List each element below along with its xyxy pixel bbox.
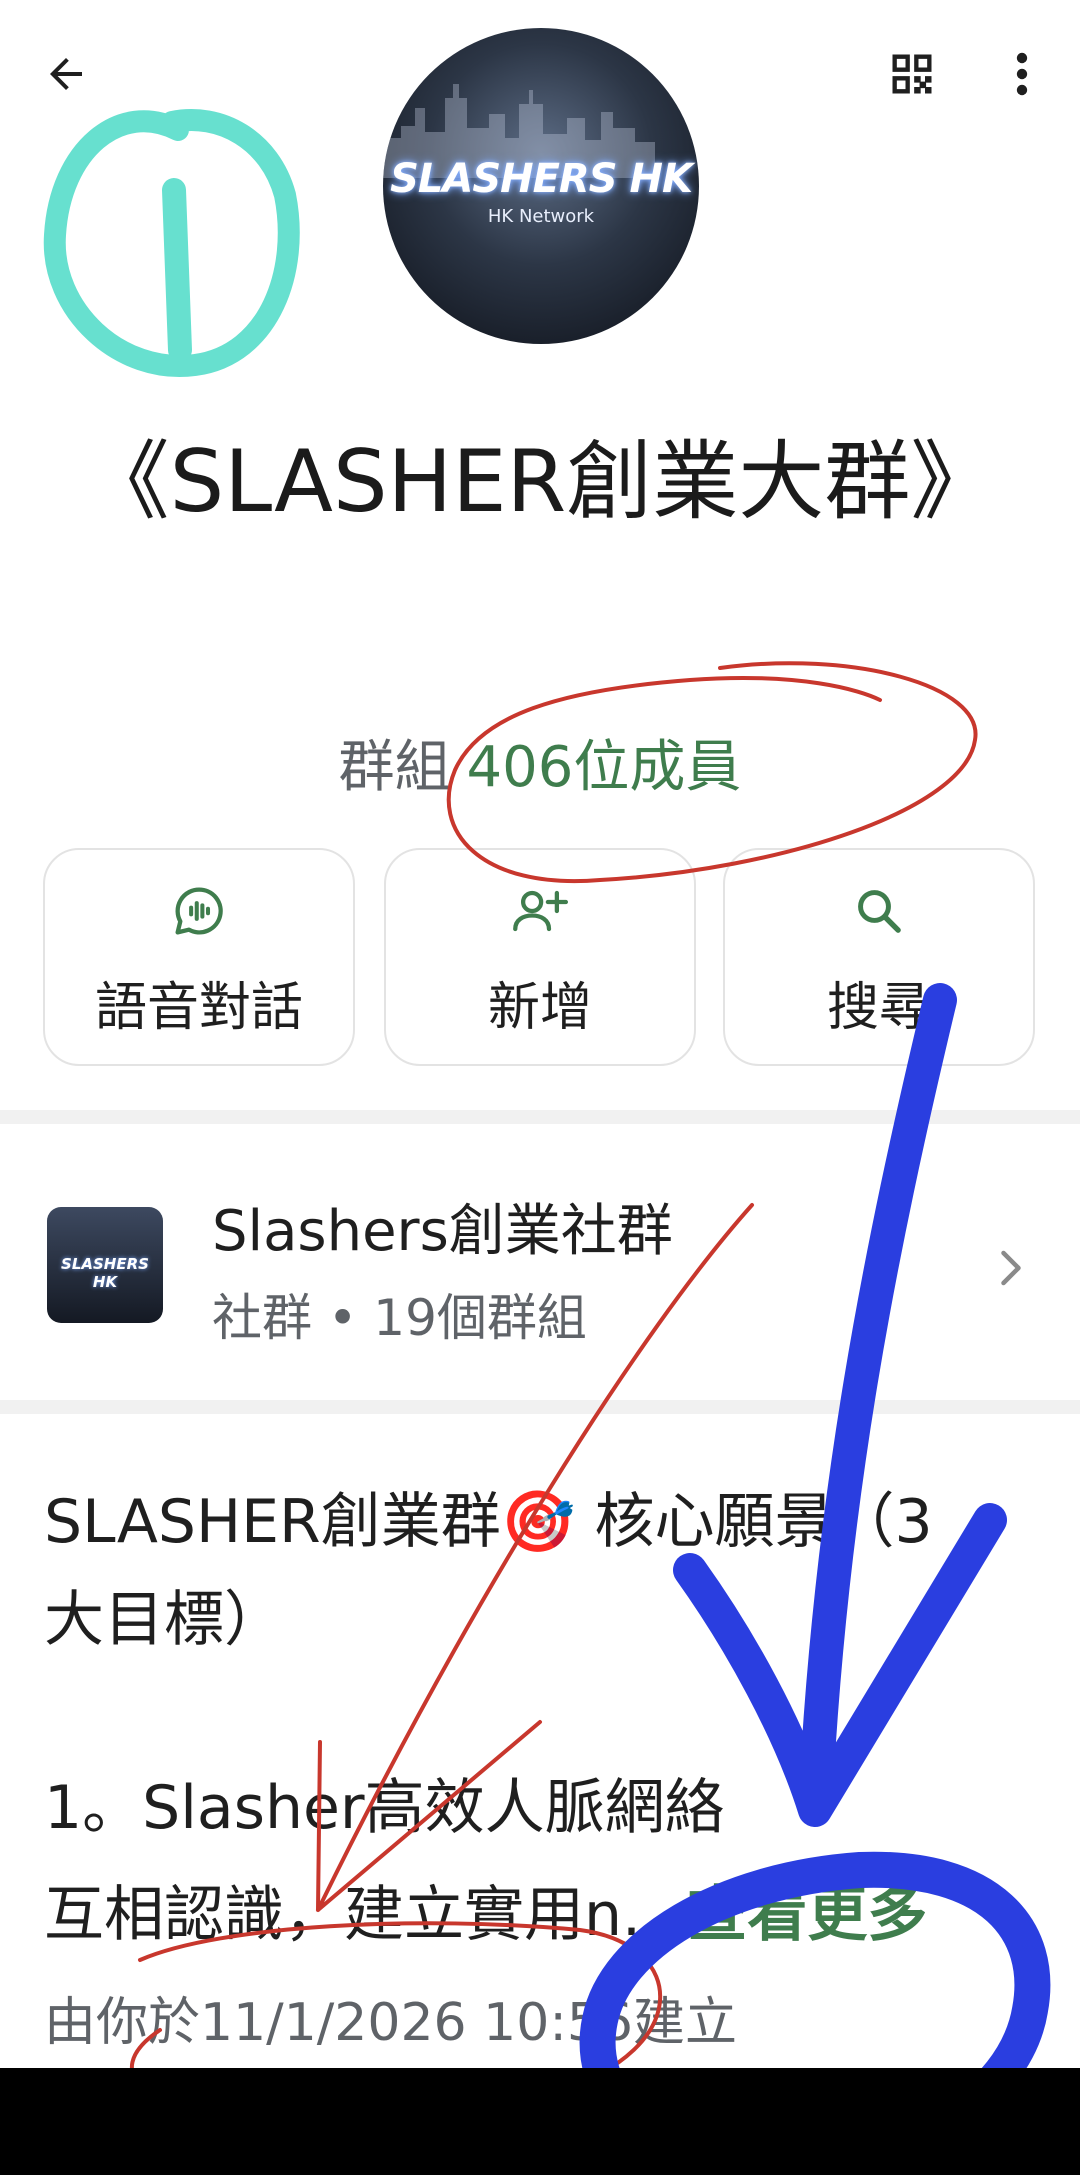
add-member-label: 新增 [487,978,592,1038]
back-button[interactable] [36,44,96,104]
qr-code-button[interactable] [880,42,944,106]
description-line-4-text: 互相認識，建立實用n... [44,1880,680,1950]
annotation-teal-stroke [162,178,192,362]
community-avatar: SLASHERS HK [47,1207,163,1323]
system-nav-bar [0,2068,1080,2175]
description-line-1: SLASHER創業群🎯 核心願景（3 [44,1487,933,1557]
add-member-button[interactable]: 新增 [384,848,696,1066]
chevron-right-icon [1001,1250,1021,1286]
community-row[interactable]: SLASHERS HK Slashers創業社群 社群 • 19個群組 [0,1130,1080,1394]
group-meta: 群組 406位成員 [0,722,1080,803]
group-kind: 群組 [338,735,451,800]
group-title: 《SLASHER創業大群》 [83,432,997,532]
avatar-brand-text: SLASHERS HK [390,156,693,202]
voice-chat-icon [175,887,223,935]
avatar-subtitle: HK Network [487,206,595,227]
description-line-4: 互相認識，建立實用n... 查看更多 [44,1865,1044,1965]
community-subtitle: 社群 • 19個群組 [212,1289,587,1347]
more-options-button[interactable] [1002,44,1042,104]
group-avatar[interactable]: SLASHERS HK HK Network [383,28,699,344]
description-line-3: 1。Slasher高效人脈網絡 [44,1773,725,1843]
community-avatar-text: SLASHERS HK [61,1255,149,1291]
member-count-link[interactable]: 406位成員 [467,735,742,800]
created-info: 由你於11/1/2026 10:56建立 [44,1993,738,2053]
search-icon [858,890,901,933]
more-vert-icon [1016,52,1028,96]
community-name: Slashers創業社群 [212,1199,673,1264]
qr-code-icon [892,54,932,94]
voice-chat-label: 語音對話 [94,978,303,1038]
section-divider-2 [0,1400,1080,1414]
arrow-left-icon [50,58,82,90]
search-label: 搜尋 [826,978,931,1038]
voice-chat-button[interactable]: 語音對話 [43,848,355,1066]
add-person-icon [513,890,569,932]
see-more-link[interactable]: 查看更多 [687,1880,927,1950]
annotation-teal-circle [43,109,300,377]
description-line-2: 大目標） [44,1585,284,1655]
section-divider [0,1110,1080,1124]
search-button[interactable]: 搜尋 [723,848,1035,1066]
